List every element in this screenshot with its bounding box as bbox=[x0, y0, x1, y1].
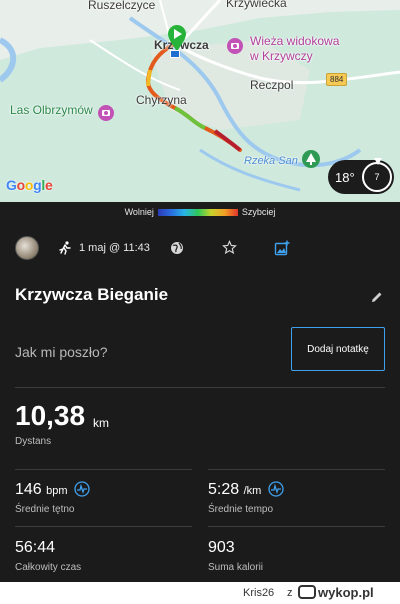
distance-value: 10,38 bbox=[15, 400, 86, 431]
globe-icon[interactable] bbox=[170, 241, 184, 255]
running-icon bbox=[59, 241, 71, 255]
map-label-river: Rzeka San bbox=[244, 155, 298, 167]
speed-gradient-bar bbox=[157, 208, 238, 216]
map-label-tower: Wieża widokowa bbox=[250, 34, 340, 48]
wind-icon: 7 bbox=[362, 158, 392, 192]
pace-unit: /km bbox=[243, 485, 262, 497]
calories-label: Suma kalorii bbox=[208, 562, 264, 573]
avg-pace-stat[interactable]: 5:28 /km Średnie tempo bbox=[208, 481, 284, 515]
divider bbox=[15, 469, 192, 470]
pace-chart-icon[interactable] bbox=[268, 481, 284, 497]
site-logo: wykop.pl bbox=[298, 585, 374, 600]
activity-meta-row: 1 maj @ 11:43 bbox=[15, 236, 315, 262]
pace-label: Średnie tempo bbox=[208, 504, 274, 515]
google-logo: Google bbox=[6, 177, 53, 193]
divider bbox=[208, 526, 385, 527]
heart-rate-unit: bpm bbox=[46, 485, 68, 497]
map-label-krzywiecka: Krzywiecka bbox=[226, 0, 287, 10]
pace-value: 5:28 bbox=[208, 481, 240, 498]
edit-pencil-icon[interactable] bbox=[370, 290, 384, 304]
time-value: 56:44 bbox=[15, 539, 56, 556]
route-map[interactable]: Ruszelczyce Krzywiecka Krzywcza Wieża wi… bbox=[0, 0, 400, 202]
forest-poi-icon[interactable] bbox=[97, 104, 115, 122]
calories-value: 903 bbox=[208, 539, 235, 556]
avg-heart-rate-stat[interactable]: 146 bpm Średnie tętno bbox=[15, 481, 90, 515]
legend-faster-label: Szybciej bbox=[241, 207, 276, 217]
feedback-prompt: Jak mi poszło? bbox=[15, 344, 108, 360]
add-note-button[interactable]: Dodaj notatkę bbox=[291, 327, 385, 371]
finish-marker-icon bbox=[170, 50, 180, 58]
wykop-logo-icon bbox=[298, 585, 316, 599]
activity-date: 1 maj @ 11:43 bbox=[79, 242, 150, 254]
activity-title: Krzywcza Bieganie bbox=[15, 285, 169, 304]
time-label: Całkowity czas bbox=[15, 562, 82, 573]
legend-slower-label: Wolniej bbox=[124, 207, 154, 217]
distance-label: Dystans bbox=[15, 436, 52, 447]
add-photo-icon[interactable] bbox=[274, 240, 290, 256]
speed-legend: Wolniej Szybciej bbox=[0, 202, 400, 222]
star-icon[interactable] bbox=[222, 240, 237, 255]
divider bbox=[208, 469, 385, 470]
map-label-reczpol: Reczpol bbox=[250, 78, 294, 92]
from-text: z bbox=[287, 587, 293, 599]
map-label-las: Las Olbrzymów bbox=[10, 103, 93, 117]
total-time-stat: 56:44 Całkowity czas bbox=[15, 539, 81, 573]
divider bbox=[15, 387, 385, 388]
road-number-badge: 884 bbox=[326, 73, 348, 86]
author-name: Kris26 bbox=[243, 587, 275, 599]
heart-rate-chart-icon[interactable] bbox=[74, 481, 90, 497]
map-label-ruszelczyce: Ruszelczyce bbox=[88, 0, 156, 12]
total-calories-stat: 903 Suma kalorii bbox=[208, 539, 263, 573]
map-label-chyrzyna: Chyrzyna bbox=[136, 93, 187, 107]
heart-rate-value: 146 bbox=[15, 481, 42, 498]
park-poi-icon[interactable] bbox=[301, 149, 321, 169]
activity-details: 1 maj @ 11:43 Krzywcza Bieganie Jak mi p… bbox=[0, 222, 400, 604]
avatar[interactable] bbox=[15, 236, 39, 260]
map-label-tower-2: w Krzywczy bbox=[250, 49, 313, 63]
heart-rate-label: Średnie tętno bbox=[15, 504, 75, 515]
distance-unit: km bbox=[93, 416, 109, 430]
tower-poi-icon[interactable] bbox=[226, 37, 244, 55]
temperature-text: 18° bbox=[335, 169, 355, 185]
start-marker-icon[interactable] bbox=[166, 24, 188, 52]
divider bbox=[15, 526, 192, 527]
weather-widget: 18° 7 bbox=[328, 158, 394, 194]
footer-watermark: Kris26 z wykop.pl bbox=[0, 582, 400, 604]
